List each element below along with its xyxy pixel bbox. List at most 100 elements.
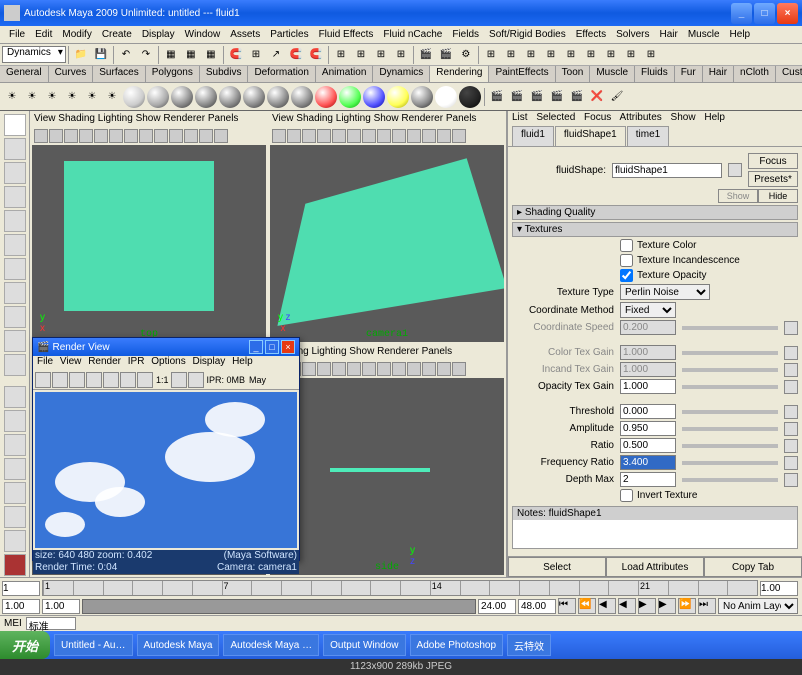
hide-button[interactable]: Hide <box>758 189 798 203</box>
opacity-tex-gain-field[interactable] <box>620 379 676 394</box>
slider[interactable] <box>682 385 778 389</box>
material-ball-icon[interactable] <box>243 86 265 108</box>
rewind-button[interactable]: ⏮ <box>558 598 576 614</box>
menu-item[interactable]: Create <box>97 29 137 40</box>
toolbar-icon[interactable]: 💾 <box>92 46 110 64</box>
node-name-field[interactable] <box>612 163 722 178</box>
nav-back-icon[interactable] <box>728 163 742 177</box>
section-shading-quality[interactable]: ▸ Shading Quality <box>512 205 798 220</box>
map-button[interactable] <box>784 363 798 377</box>
rv-icon[interactable] <box>86 372 102 388</box>
start-button[interactable]: 开始 <box>0 631 50 659</box>
taskbar-item[interactable]: Adobe Photoshop <box>410 634 504 656</box>
layout-icon[interactable] <box>4 530 26 552</box>
rv-menu-item[interactable]: View <box>60 356 82 367</box>
attr-tab[interactable]: fluidShape1 <box>555 126 626 146</box>
shelf-icon[interactable]: 🎬 <box>508 88 526 106</box>
rv-icon[interactable] <box>35 372 51 388</box>
toolbar-icon[interactable]: ⊞ <box>502 46 520 64</box>
map-button[interactable] <box>784 422 798 436</box>
tool-icon[interactable] <box>4 330 26 352</box>
minimize-button[interactable]: _ <box>731 3 752 24</box>
material-ball-icon[interactable] <box>147 86 169 108</box>
layout-icon[interactable] <box>4 458 26 480</box>
rv-menu-item[interactable]: IPR <box>128 356 145 367</box>
taskbar-item[interactable]: Autodesk Maya <box>137 634 220 656</box>
map-button[interactable] <box>784 405 798 419</box>
amplitude-field[interactable] <box>620 421 676 436</box>
threshold-field[interactable] <box>620 404 676 419</box>
rv-icon[interactable] <box>137 372 153 388</box>
menu-item[interactable]: Edit <box>30 29 57 40</box>
show-button[interactable]: Show <box>718 189 758 203</box>
rotate-tool-icon[interactable] <box>4 186 26 208</box>
playback-end-field[interactable] <box>478 599 516 614</box>
time-slider[interactable]: 1 7 14 21 <box>42 580 758 596</box>
vp-menu-item[interactable]: View <box>34 113 56 124</box>
toolbar-icon[interactable]: ⊞ <box>642 46 660 64</box>
material-ball-icon[interactable] <box>171 86 193 108</box>
shelf-icon[interactable]: 🎬 <box>528 88 546 106</box>
attr-tab[interactable]: fluid1 <box>512 126 554 146</box>
toolbar-icon[interactable]: ⊞ <box>352 46 370 64</box>
material-ball-icon[interactable] <box>315 86 337 108</box>
material-ball-icon[interactable] <box>339 86 361 108</box>
attr-menu-item[interactable]: Attributes <box>620 112 662 123</box>
toolbar-icon[interactable]: ⊞ <box>392 46 410 64</box>
toolbar-icon[interactable]: ▦ <box>162 46 180 64</box>
taskbar-item[interactable]: Output Window <box>323 634 405 656</box>
material-ball-icon[interactable] <box>123 86 145 108</box>
coord-method-select[interactable]: Fixed <box>620 302 676 318</box>
shelf-tab[interactable]: PaintEffects <box>489 66 555 82</box>
play-button[interactable]: ▶ <box>638 598 656 614</box>
attr-menu-item[interactable]: Selected <box>536 112 575 123</box>
menu-item[interactable]: File <box>4 29 30 40</box>
toolbar-icon[interactable]: 🧲 <box>307 46 325 64</box>
menu-item[interactable]: Help <box>725 29 756 40</box>
shelf-tab[interactable]: Muscle <box>590 66 635 82</box>
toolbar-icon[interactable]: ⊞ <box>582 46 600 64</box>
render-view-window[interactable]: 🎬 Render View _ □ × File View Render IPR… <box>32 337 300 561</box>
shelf-icon[interactable]: 🖌 <box>608 88 626 106</box>
slider[interactable] <box>682 461 778 465</box>
fluid-object[interactable] <box>277 158 504 326</box>
rv-icon[interactable] <box>120 372 136 388</box>
menu-item[interactable]: Muscle <box>683 29 725 40</box>
slider[interactable] <box>682 478 778 482</box>
material-ball-icon[interactable] <box>363 86 385 108</box>
vp-menu-item[interactable]: Renderer <box>163 113 205 124</box>
material-ball-icon[interactable] <box>411 86 433 108</box>
frame-field[interactable] <box>2 581 40 596</box>
toolbar-icon[interactable]: ⊞ <box>372 46 390 64</box>
light-icon[interactable]: ☀ <box>103 88 121 106</box>
light-icon[interactable]: ☀ <box>63 88 81 106</box>
range-slider[interactable] <box>82 599 476 614</box>
toolbar-icon[interactable]: ⊞ <box>622 46 640 64</box>
shelf-tab[interactable]: Animation <box>316 66 373 82</box>
toolbar-icon[interactable]: ▦ <box>182 46 200 64</box>
layout-icon[interactable] <box>4 554 26 576</box>
render-view-titlebar[interactable]: 🎬 Render View _ □ × <box>33 338 299 356</box>
menu-item[interactable]: Window <box>180 29 226 40</box>
layout-icon[interactable] <box>4 434 26 456</box>
shelf-tab[interactable]: nCloth <box>734 66 776 82</box>
shelf-tab[interactable]: Fluids <box>635 66 675 82</box>
taskbar-item[interactable]: 云特效 <box>507 634 551 656</box>
current-frame-field[interactable] <box>760 581 798 596</box>
map-button[interactable] <box>784 346 798 360</box>
tool-icon[interactable] <box>4 258 26 280</box>
layout-icon[interactable] <box>4 482 26 504</box>
menu-item[interactable]: Modify <box>57 29 96 40</box>
material-ball-icon[interactable] <box>387 86 409 108</box>
invert-texture-checkbox[interactable] <box>620 489 633 502</box>
move-tool-icon[interactable] <box>4 162 26 184</box>
menu-item[interactable]: Particles <box>265 29 313 40</box>
load-attributes-button[interactable]: Load Attributes <box>606 557 704 577</box>
shelf-icon[interactable]: 🎬 <box>488 88 506 106</box>
forward-end-button[interactable]: ⏭ <box>698 598 716 614</box>
light-icon[interactable]: ☀ <box>43 88 61 106</box>
toolbar-icon[interactable]: ⊞ <box>542 46 560 64</box>
rv-menu-item[interactable]: Options <box>151 356 185 367</box>
vp-menu-item[interactable]: Show <box>136 113 161 124</box>
attr-menu-item[interactable]: Show <box>671 112 696 123</box>
